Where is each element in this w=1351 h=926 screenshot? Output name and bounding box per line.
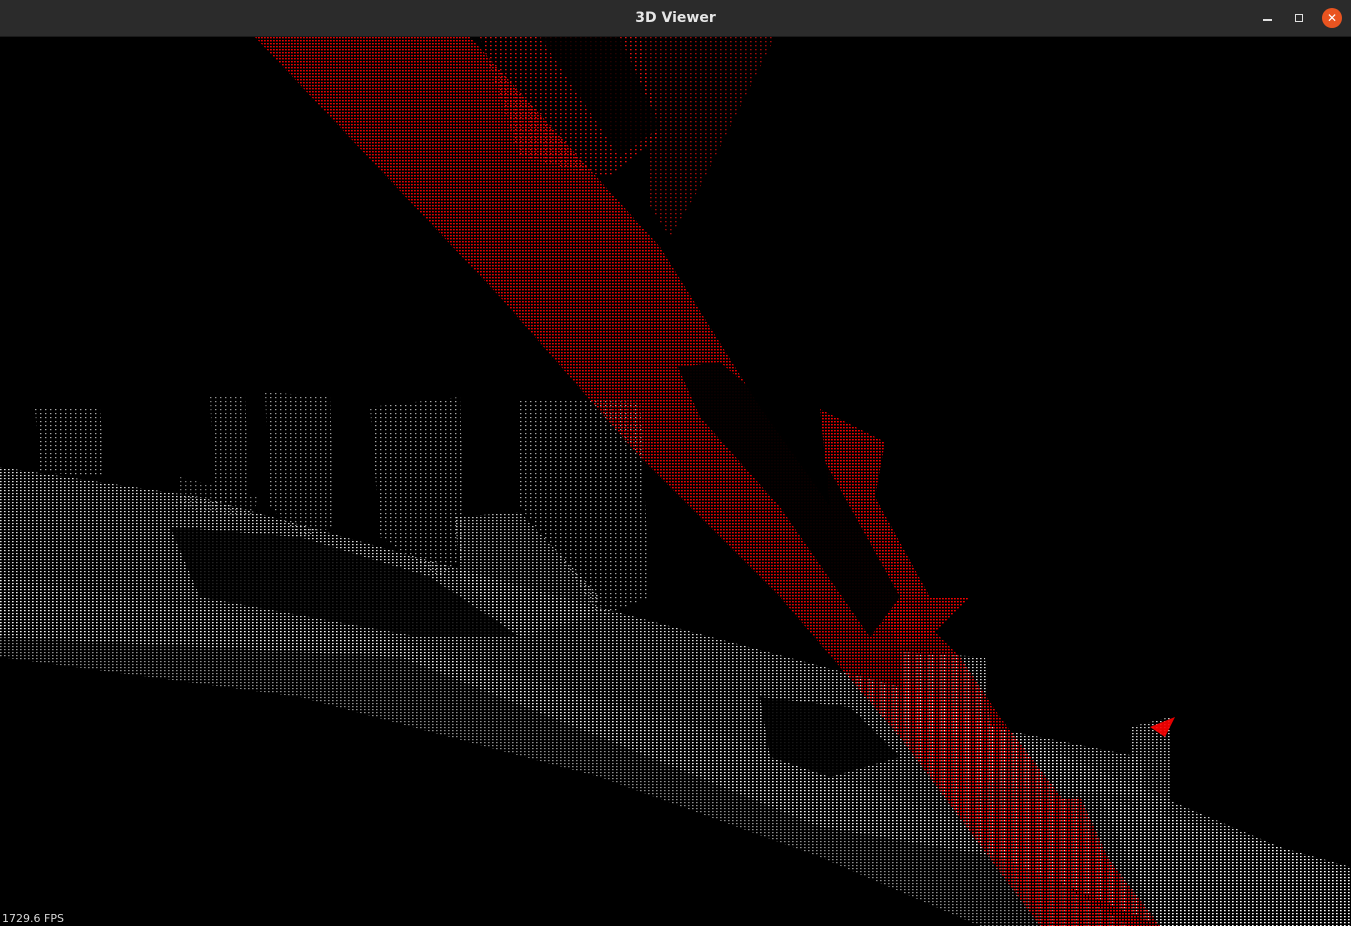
window-title: 3D Viewer: [635, 10, 716, 26]
maximize-icon: [1295, 14, 1303, 22]
viewer-window: 3D Viewer ✕ 1729.6 FPS: [0, 0, 1351, 926]
maximize-button[interactable]: [1289, 8, 1309, 28]
minimize-icon: [1262, 19, 1272, 21]
title-bar[interactable]: 3D Viewer ✕: [0, 0, 1351, 37]
minimize-button[interactable]: [1257, 8, 1277, 28]
point-cloud-viewport[interactable]: 1729.6 FPS: [0, 37, 1351, 926]
close-button[interactable]: ✕: [1322, 8, 1342, 28]
point-cloud-canvas[interactable]: [0, 37, 1351, 926]
fps-counter: 1729.6 FPS: [2, 912, 64, 925]
close-icon: ✕: [1326, 11, 1338, 25]
